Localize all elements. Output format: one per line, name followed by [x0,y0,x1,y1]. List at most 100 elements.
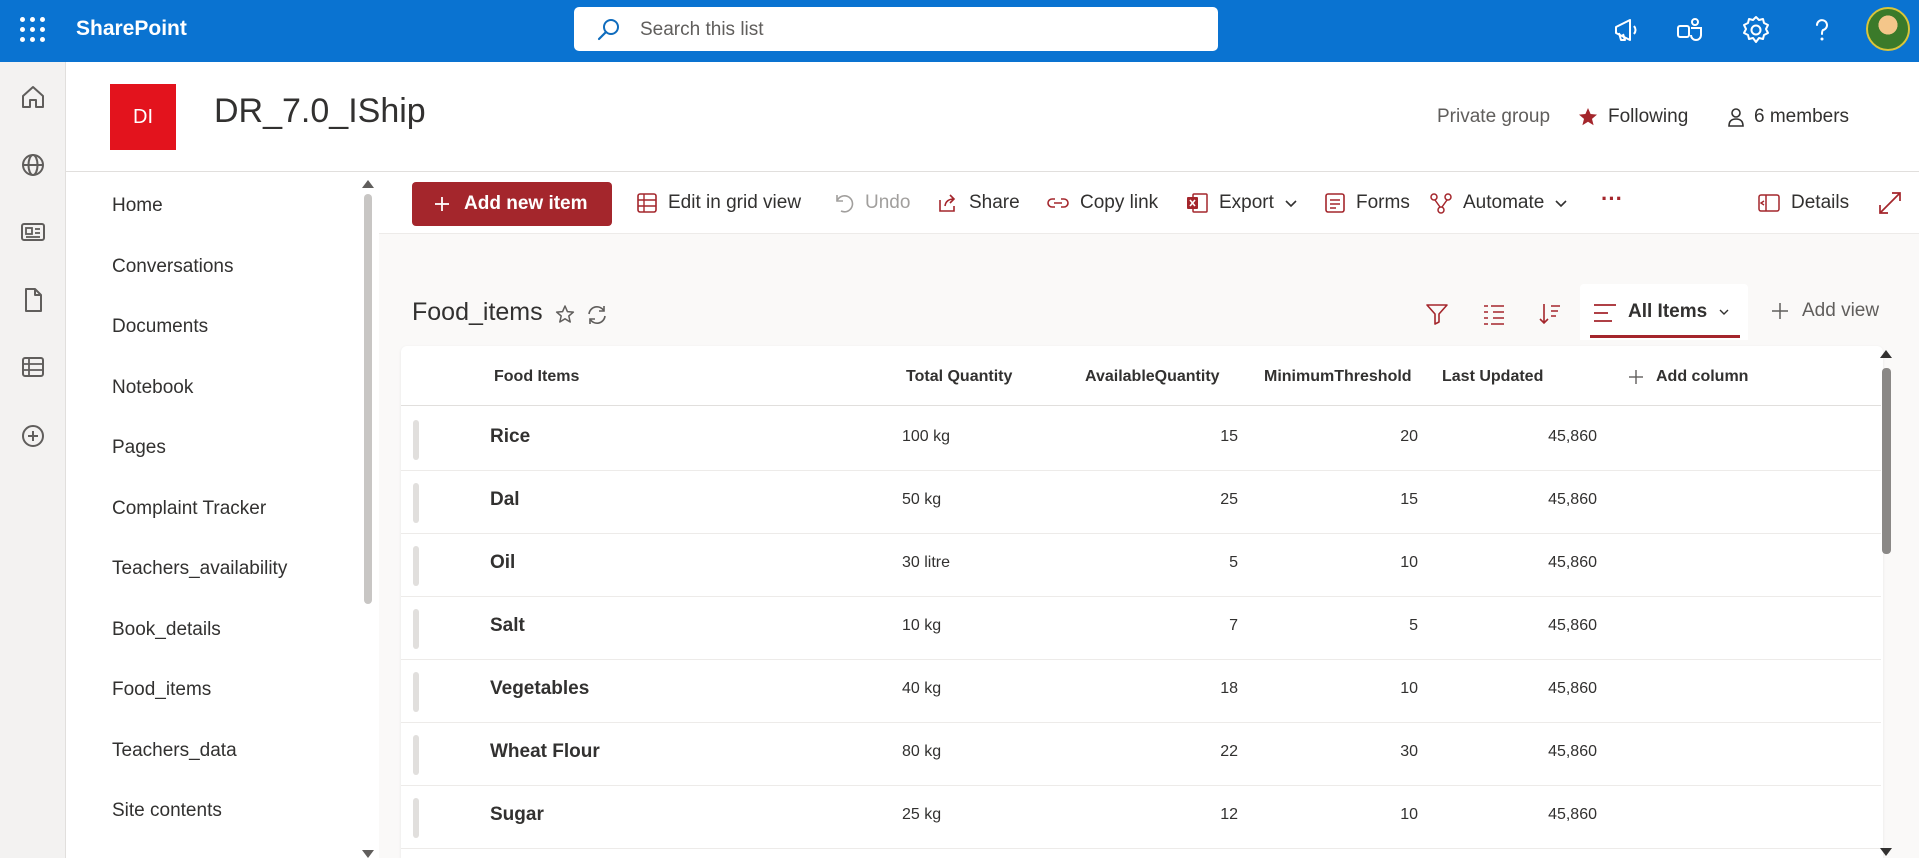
cell-food-item[interactable]: Oil [490,552,515,574]
site-logo[interactable]: DI [110,84,176,150]
left-navigation: Home Conversations Documents Notebook Pa… [66,172,379,858]
add-column-button[interactable]: Add column [1628,368,1748,386]
automate-button[interactable]: Automate [1429,192,1568,214]
cell-food-item[interactable]: Vegetables [490,678,589,700]
following-button[interactable]: Following [1578,106,1688,128]
nav-item-site-contents[interactable]: Site contents [112,800,222,822]
nav-item-home[interactable]: Home [112,195,163,217]
nav-item-complaint-tracker[interactable]: Complaint Tracker [112,498,266,520]
all-items-icon [1594,304,1616,322]
site-title[interactable]: DR_7.0_IShip [214,92,426,131]
members-button[interactable]: 6 members [1726,106,1849,128]
app-brand[interactable]: SharePoint [76,17,187,41]
teams-icon[interactable] [1674,14,1706,46]
expand-icon[interactable] [1877,190,1903,216]
row-selector[interactable] [413,609,419,649]
table-row[interactable]: Rice 100 kg 15 20 45,860 [401,408,1881,471]
active-view-indicator [1590,335,1740,338]
view-selector-label: All Items [1628,301,1708,322]
create-plus-icon[interactable] [19,422,47,450]
list-title[interactable]: Food_items [412,298,543,327]
add-new-item-button[interactable]: Add new item [412,182,612,226]
column-header-last-updated[interactable]: Last Updated [1442,368,1543,386]
copy-link-button[interactable]: Copy link [1046,192,1158,214]
nav-scrollbar[interactable] [364,194,372,604]
cell-available-quantity: 12 [1220,806,1238,823]
globe-icon[interactable] [19,151,47,179]
help-icon[interactable] [1806,14,1838,46]
row-selector[interactable] [413,672,419,712]
megaphone-icon[interactable] [1610,14,1642,46]
home-icon[interactable] [19,83,47,111]
search-box[interactable]: Search this list [574,7,1218,51]
row-selector[interactable] [413,735,419,775]
suite-bar: SharePoint Search this list [0,0,1919,62]
nav-scroll-up[interactable] [362,180,374,188]
row-selector[interactable] [413,483,419,523]
row-selector[interactable] [413,798,419,838]
excel-icon [1187,193,1208,213]
copy-link-label: Copy link [1080,192,1159,213]
forms-button[interactable]: Forms [1324,192,1410,214]
table-row[interactable]: Sugar 25 kg 12 10 45,860 [401,786,1881,849]
export-button[interactable]: Export [1185,192,1298,214]
grid-scroll-up[interactable] [1880,350,1892,358]
share-icon [939,194,956,212]
cell-food-item[interactable]: Rice [490,426,530,448]
document-icon[interactable] [19,286,47,314]
list-icon[interactable] [19,353,47,381]
table-row[interactable]: Oil 30 litre 5 10 45,860 [401,534,1881,597]
nav-item-pages[interactable]: Pages [112,437,166,459]
sync-icon[interactable] [583,301,611,329]
gear-icon[interactable] [1740,14,1772,46]
cell-total-quantity: 40 kg [902,680,942,697]
table-row[interactable]: Salt 10 kg 7 5 45,860 [401,597,1881,660]
add-view-label: Add view [1802,300,1880,321]
cell-available-quantity: 15 [1220,428,1238,445]
search-input[interactable]: Search this list [640,19,764,41]
nav-item-notebook[interactable]: Notebook [112,377,193,399]
share-button[interactable]: Share [937,192,1020,214]
avatar[interactable] [1866,7,1910,51]
view-selector[interactable]: All Items [1580,284,1748,340]
cell-available-quantity: 25 [1220,491,1238,508]
row-selector[interactable] [413,546,419,586]
cell-food-item[interactable]: Dal [490,489,520,511]
cell-food-item[interactable]: Salt [490,615,525,637]
table-row[interactable]: Wheat Flour 80 kg 22 30 45,860 [401,723,1881,786]
cell-food-item[interactable]: Wheat Flour [490,741,600,763]
column-header-available-quantity[interactable]: AvailableQuantity [1085,368,1220,386]
app-launcher-icon[interactable] [20,17,46,43]
following-label: Following [1608,106,1689,127]
nav-item-teachers-data[interactable]: Teachers_data [112,740,237,762]
nav-item-teachers-availability[interactable]: Teachers_availability [112,558,287,580]
group-by-icon[interactable] [1480,300,1508,328]
edit-grid-view-button[interactable]: Edit in grid view [636,192,801,214]
nav-item-documents[interactable]: Documents [112,316,208,338]
nav-item-conversations[interactable]: Conversations [112,256,233,278]
cell-food-item[interactable]: Sugar [490,804,544,826]
cell-last-updated: 45,860 [1548,617,1597,634]
news-feed-icon[interactable] [19,218,47,246]
row-selector[interactable] [413,420,419,460]
nav-scroll-down[interactable] [362,850,374,858]
add-view-button[interactable]: Add view [1770,300,1879,322]
details-button[interactable]: Details [1757,192,1849,214]
filter-icon[interactable] [1423,300,1451,328]
cell-minimum-threshold: 10 [1400,554,1418,571]
star-outline-icon[interactable] [551,301,579,329]
grid-scrollbar[interactable] [1882,368,1891,554]
grid-scroll-down[interactable] [1880,848,1892,856]
nav-item-food-items[interactable]: Food_items [112,679,211,701]
chevron-down-icon [1285,200,1297,208]
column-header-total-quantity[interactable]: Total Quantity [906,368,1012,386]
undo-button[interactable]: Undo [833,192,910,214]
table-row[interactable]: Vegetables 40 kg 18 10 45,860 [401,660,1881,723]
column-header-minimum-threshold[interactable]: MinimumThreshold [1264,368,1412,386]
more-options-button[interactable]: ··· [1601,186,1623,212]
export-label: Export [1219,192,1274,213]
column-header-food-items[interactable]: Food Items [494,368,579,386]
table-row[interactable]: Dal 50 kg 25 15 45,860 [401,471,1881,534]
nav-item-book-details[interactable]: Book_details [112,619,221,641]
sort-icon[interactable] [1536,300,1564,328]
